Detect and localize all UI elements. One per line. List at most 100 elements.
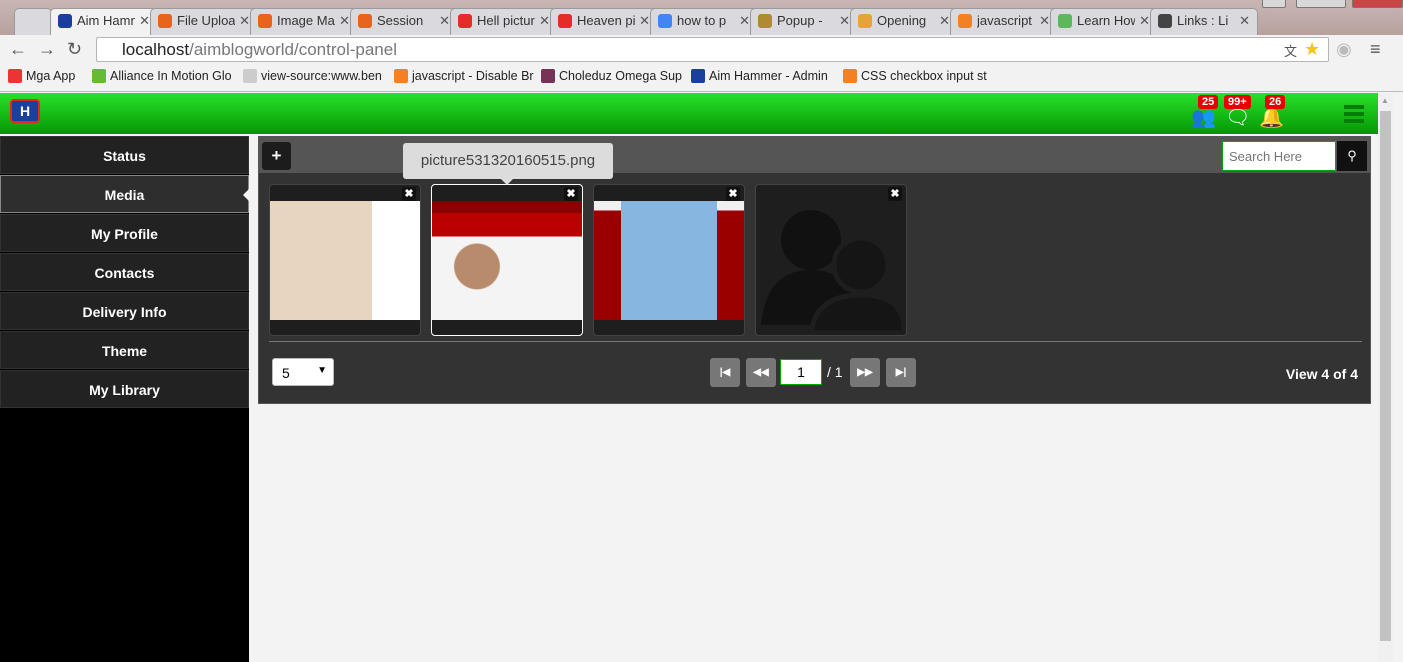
per-page-value: 5 <box>282 365 290 381</box>
chrome-menu-icon[interactable]: ≡ <box>1370 39 1381 60</box>
divider <box>269 341 1362 342</box>
sidebar-item-media[interactable]: Media <box>0 175 249 213</box>
bookmark-label: javascript - Disable Br <box>412 69 534 83</box>
close-tab-icon[interactable]: ✕ <box>739 13 750 29</box>
close-tab-icon[interactable]: ✕ <box>239 13 250 29</box>
close-tab-icon[interactable]: ✕ <box>1239 13 1250 29</box>
minimize-button[interactable] <box>1262 0 1286 8</box>
tab-title: Links : Li <box>1177 13 1229 28</box>
dropdown-arrow-icon: ▼ <box>317 365 327 376</box>
forward-icon[interactable]: → <box>38 39 56 60</box>
close-tab-icon[interactable]: ✕ <box>839 13 850 29</box>
browser-tab[interactable]: Aim Hammer ✕ <box>50 8 158 35</box>
browser-tab[interactable]: Links : Li ✕ <box>1150 8 1258 35</box>
sidebar-item-delivery-info[interactable]: Delivery Info <box>0 292 249 330</box>
thumbnail-image <box>594 201 744 320</box>
notifications-badge: 26 <box>1265 95 1286 109</box>
close-tab-icon[interactable]: ✕ <box>939 13 950 29</box>
app-logo[interactable]: H <box>10 99 40 123</box>
bookmark-favicon-icon <box>691 69 705 83</box>
tab-favicon-icon <box>458 14 472 28</box>
close-tab-icon[interactable]: ✕ <box>439 13 450 29</box>
bookmark-item[interactable]: CSS checkbox input st <box>843 69 987 83</box>
sidebar-item-my-profile[interactable]: My Profile <box>0 214 249 252</box>
back-icon[interactable]: ← <box>9 39 27 60</box>
browser-tab[interactable]: how to p ✕ <box>650 8 758 35</box>
search-button[interactable]: ⚲ <box>1337 141 1367 171</box>
url-path: /aimblogworld/control-panel <box>189 40 397 59</box>
close-tab-icon[interactable]: ✕ <box>1139 13 1150 29</box>
tab-favicon-icon <box>158 14 172 28</box>
sidebar-item-status[interactable]: Status <box>0 136 249 174</box>
add-media-button[interactable]: + <box>262 142 291 170</box>
url-input[interactable]: localhost/aimblogworld/control-panel <box>96 37 1329 62</box>
tab-favicon-icon <box>1158 14 1172 28</box>
page-input[interactable]: 1 <box>780 359 822 385</box>
close-tab-icon[interactable]: ✕ <box>1039 13 1050 29</box>
delete-icon[interactable]: ✖ <box>402 187 416 201</box>
bookmark-item[interactable]: javascript - Disable Br <box>394 69 534 83</box>
tab-title: Session <box>377 13 424 28</box>
bookmark-favicon-icon <box>394 69 408 83</box>
sidebar-item-my-library[interactable]: My Library <box>0 370 249 408</box>
tab-favicon-icon <box>758 14 772 28</box>
bookmarks-bar: Mga App Alliance In Motion Glo view-source… <box>0 63 1403 92</box>
tab-favicon-icon <box>1058 14 1072 28</box>
browser-tab[interactable]: Image Manager ✕ <box>250 8 358 35</box>
browser-tab[interactable]: File Upload ✕ <box>150 8 258 35</box>
browser-tab[interactable]: Hell picture ✕ <box>450 8 558 35</box>
bookmark-item[interactable]: Aim Hammer - Admin <box>691 69 828 83</box>
sidebar-item-contacts[interactable]: Contacts <box>0 253 249 291</box>
media-thumbnail[interactable]: ✖ <box>593 184 745 336</box>
reload-icon[interactable]: ↻ <box>67 39 82 60</box>
bookmark-label: view-source:www.ben <box>261 69 382 83</box>
delete-icon[interactable]: ✖ <box>726 187 740 201</box>
browser-tab[interactable]: Heaven picture ✕ <box>550 8 658 35</box>
browser-tab[interactable]: Opening ✕ <box>850 8 958 35</box>
bookmark-item[interactable]: Choleduz Omega Sup <box>541 69 682 83</box>
first-page-button[interactable]: |◀ <box>710 358 740 387</box>
tab-favicon-icon <box>958 14 972 28</box>
next-page-button[interactable]: ▶▶ <box>850 358 880 387</box>
media-thumbnail[interactable]: ✖ <box>269 184 421 336</box>
media-thumbnail[interactable]: ✖ <box>755 184 907 336</box>
hamburger-menu-icon[interactable] <box>1344 105 1364 126</box>
sidebar: Status Media My Profile Contacts Delivery In… <box>0 136 249 662</box>
tab-title: Aim Hammer <box>77 13 135 28</box>
translate-icon[interactable]: 文 <box>1284 41 1297 60</box>
sidebar-item-theme[interactable]: Theme <box>0 331 249 369</box>
prev-page-button[interactable]: ◀◀ <box>746 358 776 387</box>
bookmark-item[interactable]: view-source:www.ben <box>243 69 382 83</box>
close-tab-icon[interactable]: ✕ <box>539 13 550 29</box>
maximize-button[interactable] <box>1296 0 1346 8</box>
page-scrollbar[interactable]: ▲ <box>1378 93 1393 662</box>
browser-tab[interactable]: Learn How ✕ <box>1050 8 1158 35</box>
tab-title: how to p <box>677 13 727 28</box>
close-tab-icon[interactable]: ✕ <box>639 13 650 29</box>
last-page-button[interactable]: ▶| <box>886 358 916 387</box>
tab-title: Opening <box>877 13 927 28</box>
url-host: localhost <box>122 40 190 59</box>
media-thumbnail[interactable]: ✖ <box>431 184 583 336</box>
bookmark-item[interactable]: Alliance In Motion Glo <box>92 69 232 83</box>
browser-tab[interactable]: javascript ✕ <box>950 8 1058 35</box>
scroll-up-icon[interactable]: ▲ <box>1381 96 1389 105</box>
filename-tooltip: picture531320160515.png <box>403 143 613 185</box>
bookmark-star-icon[interactable]: ★ <box>1304 39 1320 60</box>
close-tab-icon[interactable]: ✕ <box>339 13 350 29</box>
delete-icon[interactable]: ✖ <box>888 187 902 201</box>
close-window-button[interactable] <box>1352 0 1403 8</box>
bookmark-favicon-icon <box>843 69 857 83</box>
tab-title: File Upload <box>177 13 235 28</box>
delete-icon[interactable]: ✖ <box>564 187 578 201</box>
scrollbar-thumb[interactable] <box>1380 111 1391 641</box>
browser-tab[interactable]: Popup - ✕ <box>750 8 858 35</box>
search-input[interactable] <box>1222 141 1336 171</box>
close-tab-icon[interactable]: ✕ <box>139 13 150 29</box>
per-page-select[interactable]: 5 ▼ <box>272 358 334 386</box>
page-total: / 1 <box>827 364 843 380</box>
browser-tab[interactable]: Session ✕ <box>350 8 458 35</box>
extension-icon[interactable]: ◉ <box>1336 39 1352 60</box>
bookmark-item[interactable]: Mga App <box>8 69 75 83</box>
browser-tab[interactable] <box>14 8 52 35</box>
